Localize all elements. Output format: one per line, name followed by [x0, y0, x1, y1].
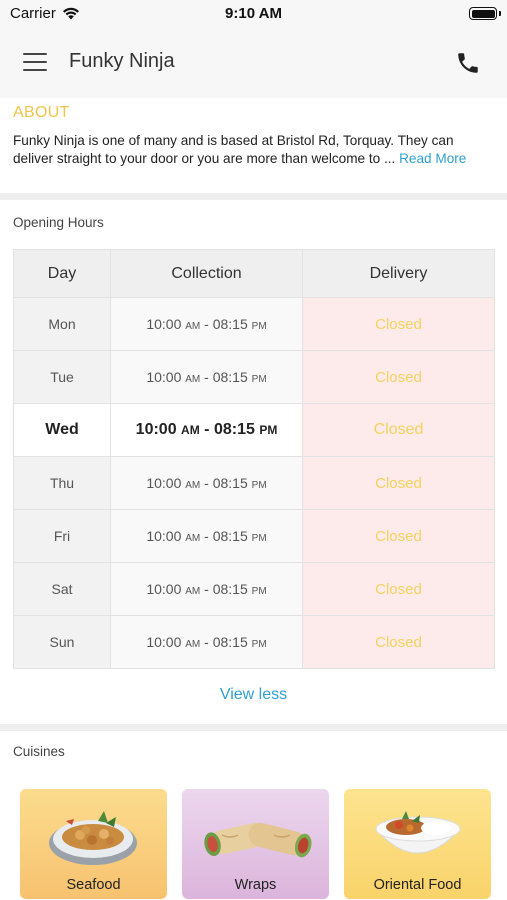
cuisine-label: Oriental Food [373, 877, 462, 893]
page-title: Funky Ninja [69, 50, 175, 72]
open-ampm: AM [185, 586, 201, 597]
close-ampm: PM [251, 533, 267, 544]
open-ampm: AM [185, 480, 201, 491]
close-time: 08:15 [212, 475, 248, 491]
phone-icon[interactable] [455, 50, 481, 76]
table-row: Thu 10:00 AM - 08:15 PM Closed [13, 456, 495, 510]
collection-hours-cell: 10:00 AM - 08:15 PM [110, 509, 303, 563]
read-more-link[interactable]: Read More [399, 151, 466, 166]
cuisine-card-seafood[interactable]: Seafood [20, 789, 167, 899]
delivery-status-cell: Closed [302, 350, 495, 404]
opening-hours-label: Opening Hours [13, 215, 104, 230]
open-time: 10:00 [135, 421, 177, 438]
seafood-dish-icon [49, 811, 137, 865]
table-row: Sun 10:00 AM - 08:15 PM Closed [13, 615, 495, 669]
open-ampm: AM [185, 533, 201, 544]
section-divider [0, 193, 507, 200]
close-time: 08:15 [212, 634, 248, 650]
day-cell: Thu [13, 456, 111, 510]
cuisine-card-oriental-food[interactable]: Oriental Food [344, 789, 491, 899]
day-cell: Tue [13, 350, 111, 404]
status-bar: Carrier 9:10 AM [0, 0, 507, 28]
table-header-row: Day Collection Delivery [13, 249, 495, 298]
delivery-column-header: Delivery [302, 249, 495, 298]
delivery-status-cell: Closed [302, 562, 495, 616]
open-time: 10:00 [146, 475, 182, 491]
open-ampm: AM [185, 374, 201, 385]
hamburger-menu-icon[interactable] [23, 53, 47, 71]
delivery-status-cell: Closed [302, 615, 495, 669]
cuisines-label: Cuisines [13, 744, 65, 759]
cuisine-label: Wraps [234, 877, 277, 893]
close-ampm: PM [251, 586, 267, 597]
open-time: 10:00 [146, 528, 182, 544]
view-less-link[interactable]: View less [0, 686, 507, 704]
navigation-bar: Funky Ninja [0, 28, 507, 98]
open-ampm: AM [185, 639, 201, 650]
delivery-status-cell: Closed [302, 403, 495, 457]
collection-hours-cell: 10:00 AM - 08:15 PM [110, 615, 303, 669]
cuisines-list: Seafood Wraps Oriental Food [20, 789, 491, 899]
close-time: 08:15 [212, 581, 248, 597]
collection-column-header: Collection [110, 249, 303, 298]
table-row: Fri 10:00 AM - 08:15 PM Closed [13, 509, 495, 563]
open-time: 10:00 [146, 634, 182, 650]
day-cell: Fri [13, 509, 111, 563]
about-title: ABOUT [13, 104, 70, 121]
oriental-food-icon [374, 811, 462, 854]
close-ampm: PM [251, 639, 267, 650]
collection-hours-cell: 10:00 AM - 08:15 PM [110, 350, 303, 404]
collection-hours-cell: 10:00 AM - 08:15 PM [110, 297, 303, 351]
close-ampm: PM [251, 480, 267, 491]
open-time: 10:00 [146, 316, 182, 332]
day-column-header: Day [13, 249, 111, 298]
table-row: Sat 10:00 AM - 08:15 PM Closed [13, 562, 495, 616]
wraps-icon [204, 822, 312, 858]
close-time: 08:15 [212, 528, 248, 544]
close-ampm: PM [251, 374, 267, 385]
collection-hours-cell: 10:00 AM - 08:15 PM [110, 456, 303, 510]
status-time: 9:10 AM [225, 5, 282, 22]
close-ampm: PM [259, 423, 278, 437]
close-time: 08:15 [212, 316, 248, 332]
about-description: Funky Ninja is one of many and is based … [13, 133, 454, 166]
day-cell: Wed [13, 403, 111, 457]
open-time: 10:00 [146, 369, 182, 385]
collection-hours-cell: 10:00 AM - 08:15 PM [110, 403, 303, 457]
day-cell: Sun [13, 615, 111, 669]
cuisine-card-wraps[interactable]: Wraps [182, 789, 329, 899]
day-cell: Sat [13, 562, 111, 616]
close-time: 08:15 [213, 421, 255, 438]
cuisine-label: Seafood [66, 877, 121, 893]
collection-hours-cell: 10:00 AM - 08:15 PM [110, 562, 303, 616]
close-ampm: PM [251, 321, 267, 332]
day-cell: Mon [13, 297, 111, 351]
about-text: Funky Ninja is one of many and is based … [13, 132, 497, 168]
table-row: Mon 10:00 AM - 08:15 PM Closed [13, 297, 495, 351]
about-section: ABOUT Funky Ninja is one of many and is … [13, 104, 497, 168]
delivery-status-cell: Closed [302, 509, 495, 563]
delivery-status-cell: Closed [302, 297, 495, 351]
open-ampm: AM [185, 321, 201, 332]
close-time: 08:15 [212, 369, 248, 385]
table-row: Tue 10:00 AM - 08:15 PM Closed [13, 350, 495, 404]
open-ampm: AM [181, 423, 200, 437]
battery-icon [469, 7, 497, 20]
opening-hours-table: Day Collection Delivery Mon 10:00 AM - 08… [13, 249, 495, 669]
table-row: Wed 10:00 AM - 08:15 PM Closed [13, 403, 495, 457]
delivery-status-cell: Closed [302, 456, 495, 510]
open-time: 10:00 [146, 581, 182, 597]
section-divider [0, 724, 507, 731]
